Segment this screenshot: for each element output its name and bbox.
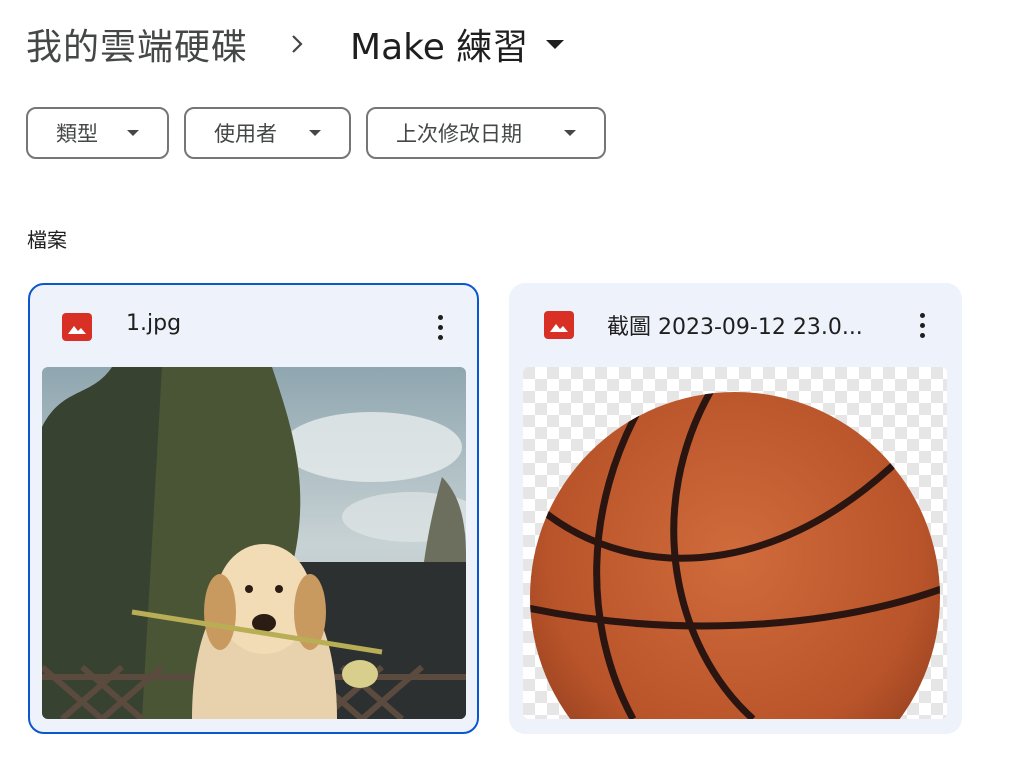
breadcrumb-current-folder[interactable]: Make 練習 (350, 18, 565, 70)
file-name: 截圖 2023-09-12 23.0... (607, 315, 863, 340)
breadcrumb-my-drive[interactable]: 我的雲端硬碟 (26, 18, 248, 70)
filter-bar: 類型 使用者 上次修改日期 (26, 107, 621, 159)
filter-type-chip[interactable]: 類型 (26, 107, 169, 159)
filter-people-label: 使用者 (214, 122, 277, 146)
file-card[interactable]: 截圖 2023-09-12 23.0... (509, 283, 962, 734)
caret-down-icon (564, 130, 576, 136)
more-options-icon[interactable] (428, 311, 452, 343)
filter-modified-chip[interactable]: 上次修改日期 (366, 107, 606, 159)
caret-down-icon (127, 130, 139, 136)
filter-modified-label: 上次修改日期 (396, 122, 522, 146)
chevron-right-icon (288, 29, 306, 59)
filter-type-label: 類型 (56, 122, 98, 146)
image-icon (544, 311, 574, 339)
current-folder-label: Make 練習 (350, 27, 529, 68)
file-name: 1.jpg (126, 311, 182, 336)
breadcrumb: 我的雲端硬碟 Make 練習 (26, 18, 565, 70)
caret-down-icon (546, 39, 565, 49)
file-thumbnail (523, 367, 947, 719)
caret-down-icon (309, 130, 321, 136)
files-section-title: 檔案 (27, 228, 67, 252)
filter-people-chip[interactable]: 使用者 (184, 107, 351, 159)
file-card[interactable]: 1.jpg (28, 283, 479, 734)
image-icon (62, 313, 92, 341)
file-thumbnail (42, 367, 466, 719)
more-options-icon[interactable] (910, 309, 934, 341)
